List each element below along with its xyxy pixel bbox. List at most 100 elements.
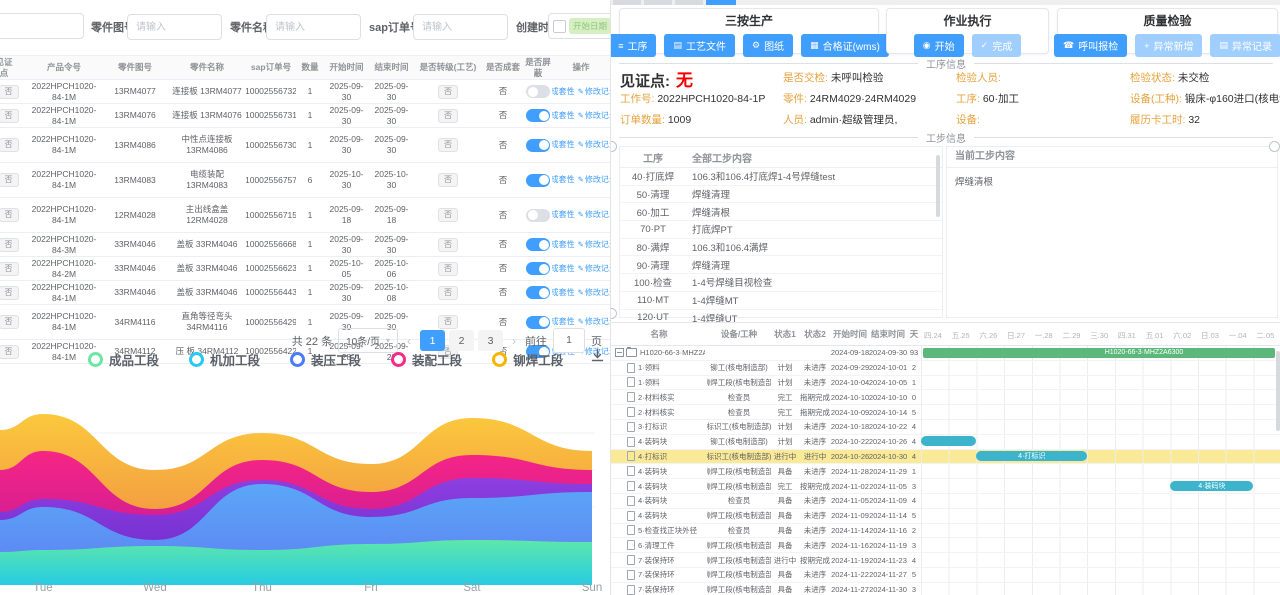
button-图纸[interactable]: ⚙图纸 <box>743 34 793 57</box>
gantt-timeline-row[interactable] <box>921 524 1280 539</box>
kit-link[interactable]: ⌂成套性 <box>552 140 575 150</box>
gantt-timeline-row[interactable]: 4·装码块 <box>921 479 1280 494</box>
scrollbar[interactable] <box>1276 351 1280 431</box>
sap-order-input[interactable] <box>413 14 508 40</box>
gantt-timeline-row[interactable] <box>921 376 1280 391</box>
transfer-chip-button[interactable]: 否 <box>438 138 458 152</box>
witness-chip-button[interactable]: 否 <box>0 85 19 99</box>
page-button-2[interactable]: 2 <box>449 330 474 351</box>
gantt-timeline-row[interactable] <box>921 405 1280 420</box>
button-异常记录[interactable]: ▤异常记录 <box>1210 34 1280 57</box>
shield-toggle[interactable] <box>526 209 550 222</box>
active-tab-segment[interactable] <box>706 0 736 5</box>
legend-item[interactable]: 装配工段 <box>391 350 462 369</box>
button-合格证(wms)[interactable]: ▦合格证(wms) <box>801 34 889 57</box>
kit-link[interactable]: ⌂成套性 <box>552 240 575 250</box>
splitter-handle[interactable] <box>610 308 617 319</box>
kit-link[interactable]: ⌂成套性 <box>552 111 575 121</box>
modify-record-link[interactable]: ✎修改记录 <box>578 111 610 121</box>
collapse-icon[interactable] <box>615 348 624 357</box>
modify-record-link[interactable]: ✎修改记录 <box>578 317 610 327</box>
step-row[interactable]: 110·MT1-4焊缝MT <box>620 292 942 310</box>
step-row[interactable]: 40·打底焊106.3和106.4打底焊1-4号焊缝test <box>620 168 942 186</box>
kit-link[interactable]: ⌂成套性 <box>552 264 575 274</box>
step-row[interactable]: 60·加工焊缝清根 <box>620 203 942 221</box>
part-no-input[interactable] <box>127 14 222 40</box>
witness-chip-button[interactable]: 否 <box>0 238 19 252</box>
step-row[interactable]: 100·检查1-4号焊缝目视检查 <box>620 274 942 292</box>
kit-link[interactable]: ⌂成套性 <box>552 288 575 298</box>
splitter-handle[interactable] <box>1269 141 1280 152</box>
gantt-bar-task[interactable] <box>921 436 976 446</box>
tab-segment[interactable] <box>675 0 703 5</box>
gantt-timeline-row[interactable]: H1020-66-3·MHZ2A6300 <box>921 346 1280 361</box>
transfer-chip-button[interactable]: 否 <box>438 262 458 276</box>
date-start-pill[interactable]: 开始日期 <box>569 18 610 34</box>
step-row[interactable]: 90·清理焊缝清理 <box>620 256 942 274</box>
modify-record-link[interactable]: ✎修改记录 <box>578 240 610 250</box>
gantt-timeline-row[interactable] <box>921 494 1280 509</box>
step-row[interactable]: 70·PT打底焊PT <box>620 221 942 239</box>
button-工艺文件[interactable]: ▤工艺文件 <box>664 34 735 57</box>
gantt-timeline-row[interactable] <box>921 538 1280 553</box>
part-name-input[interactable] <box>266 14 361 40</box>
legend-item[interactable]: 装压工段 <box>290 350 361 369</box>
gantt-timeline-row[interactable]: 4·打标识 <box>921 450 1280 465</box>
kit-link[interactable]: ⌂成套性 <box>552 317 575 327</box>
prev-page-button[interactable]: ‹ <box>404 334 414 348</box>
gantt-bar-task[interactable]: 4·装码块 <box>1170 481 1253 491</box>
truncated-filter-input[interactable] <box>0 13 84 39</box>
transfer-chip-button[interactable]: 否 <box>438 315 458 329</box>
step-row[interactable]: 50·清理焊缝清理 <box>620 186 942 204</box>
gantt-timeline-row[interactable] <box>921 361 1280 376</box>
checkbox-icon[interactable] <box>553 20 566 33</box>
modify-record-link[interactable]: ✎修改记录 <box>578 87 610 97</box>
legend-item[interactable]: 成品工段 <box>88 350 159 369</box>
witness-chip-button[interactable]: 否 <box>0 173 19 187</box>
legend-item[interactable]: 机加工段 <box>189 350 260 369</box>
button-异常新增[interactable]: +异常新增 <box>1135 34 1202 57</box>
transfer-chip-button[interactable]: 否 <box>438 286 458 300</box>
legend-item[interactable]: 铆焊工段 <box>492 350 563 369</box>
gantt-timeline-row[interactable] <box>921 583 1280 595</box>
kit-link[interactable]: ⌂成套性 <box>552 87 575 97</box>
download-icon[interactable] <box>590 348 605 368</box>
tab-segment[interactable] <box>613 0 641 5</box>
shield-toggle[interactable] <box>526 85 550 98</box>
gantt-timeline-row[interactable] <box>921 435 1280 450</box>
modify-record-link[interactable]: ✎修改记录 <box>578 264 610 274</box>
kit-link[interactable]: ⌂成套性 <box>552 210 575 220</box>
transfer-chip-button[interactable]: 否 <box>438 238 458 252</box>
button-工序[interactable]: ≡工序 <box>610 34 656 57</box>
tab-segment[interactable] <box>644 0 672 5</box>
shield-toggle[interactable] <box>526 316 550 329</box>
gantt-timeline-row[interactable] <box>921 568 1280 583</box>
transfer-chip-button[interactable]: 否 <box>438 109 458 123</box>
modify-record-link[interactable]: ✎修改记录 <box>578 140 610 150</box>
witness-chip-button[interactable]: 否 <box>0 262 19 276</box>
witness-chip-button[interactable]: 否 <box>0 138 19 152</box>
witness-chip-button[interactable]: 否 <box>0 345 19 359</box>
modify-record-link[interactable]: ✎修改记录 <box>578 288 610 298</box>
kit-link[interactable]: ⌂成套性 <box>552 175 575 185</box>
scrollbar[interactable] <box>936 155 940 217</box>
modify-record-link[interactable]: ✎修改记录 <box>578 175 610 185</box>
button-完成[interactable]: ✓完成 <box>972 34 1022 57</box>
next-page-button[interactable]: › <box>509 334 519 348</box>
gantt-timeline-row[interactable] <box>921 420 1280 435</box>
button-开始[interactable]: ◉开始 <box>914 34 964 57</box>
witness-chip-button[interactable]: 否 <box>0 286 19 300</box>
gantt-bar-summary[interactable]: H1020-66-3·MHZ2A6300 <box>923 348 1275 358</box>
gantt-timeline-row[interactable] <box>921 390 1280 405</box>
page-button-1[interactable]: 1 <box>420 330 445 351</box>
shield-toggle[interactable] <box>526 174 550 187</box>
create-time-range-picker[interactable]: 开始日期 - 结束日期 <box>548 13 610 39</box>
shield-toggle[interactable] <box>526 238 550 251</box>
gantt-timeline-row[interactable] <box>921 464 1280 479</box>
shield-toggle[interactable] <box>526 139 550 152</box>
button-呼叫报检[interactable]: ☎呼叫报检 <box>1054 34 1127 57</box>
transfer-chip-button[interactable]: 否 <box>438 208 458 222</box>
splitter-handle[interactable] <box>610 141 617 152</box>
witness-chip-button[interactable]: 否 <box>0 109 19 123</box>
gantt-timeline-row[interactable] <box>921 553 1280 568</box>
